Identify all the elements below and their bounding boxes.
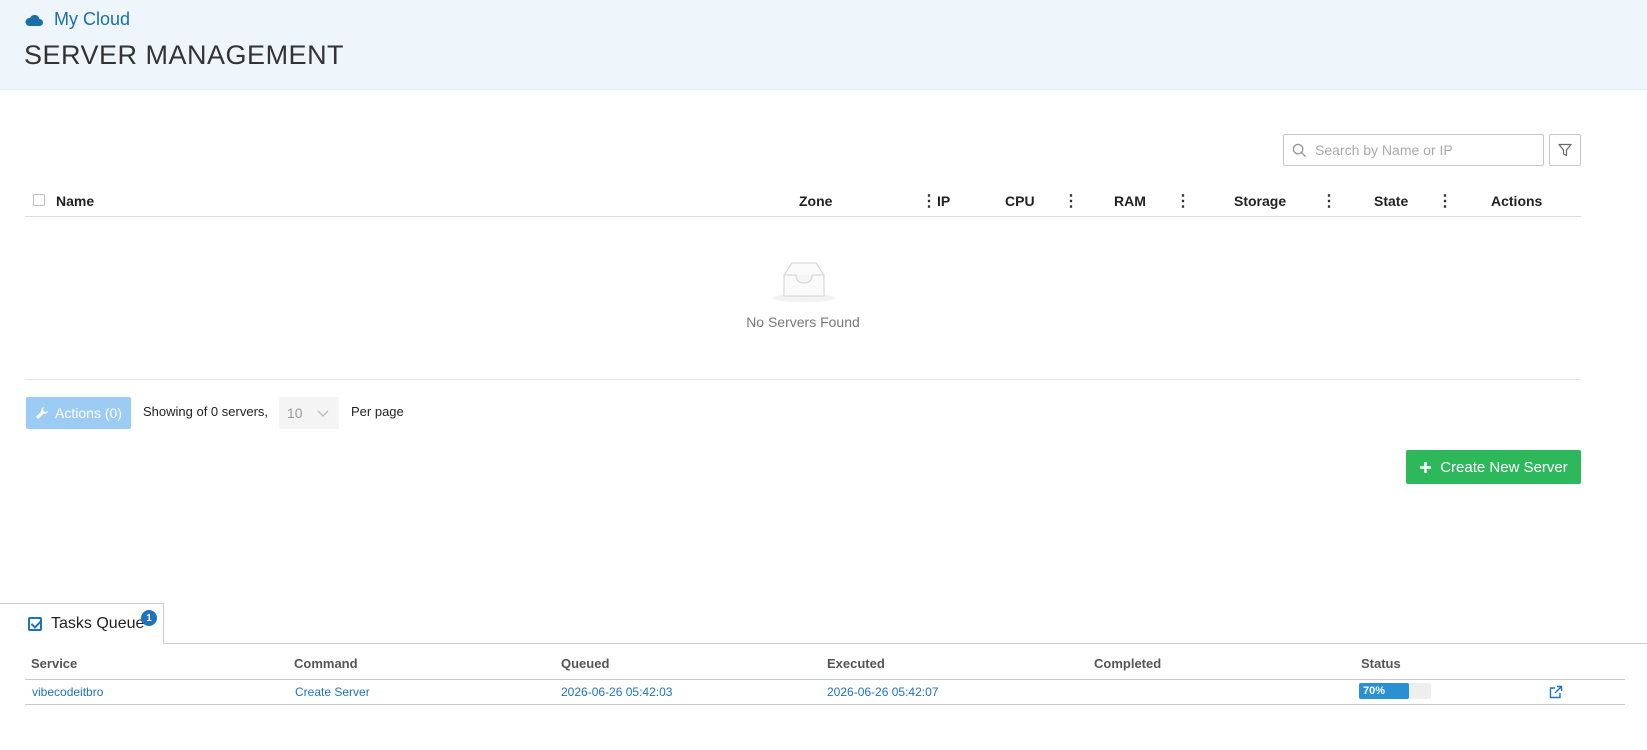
task-executed: 2026-06-26 05:42:07 bbox=[827, 685, 939, 699]
column-header-storage[interactable]: Storage bbox=[1234, 193, 1286, 209]
create-new-server-button[interactable]: Create New Server bbox=[1406, 450, 1581, 484]
column-header-ip[interactable]: IP bbox=[937, 193, 950, 209]
checkbox-checked-icon bbox=[28, 617, 42, 631]
page-title: SERVER MANAGEMENT bbox=[24, 40, 345, 70]
per-page-value: 10 bbox=[287, 405, 303, 421]
search-box[interactable] bbox=[1283, 134, 1544, 166]
column-header-zone[interactable]: Zone bbox=[799, 193, 832, 209]
empty-state-text: No Servers Found bbox=[746, 314, 860, 330]
select-all-checkbox[interactable] bbox=[33, 194, 45, 206]
table-row: vibecodeitbro Create Server 2026-06-26 0… bbox=[25, 681, 1625, 705]
brand-link[interactable]: My Cloud bbox=[24, 9, 130, 30]
column-header-ram[interactable]: RAM bbox=[1114, 193, 1146, 209]
create-new-server-label: Create New Server bbox=[1440, 458, 1568, 476]
tab-tasks-queue[interactable]: Tasks Queue 1 bbox=[0, 603, 164, 644]
task-command[interactable]: Create Server bbox=[295, 685, 370, 699]
tasks-column-completed: Completed bbox=[1094, 656, 1162, 671]
search-icon bbox=[1292, 143, 1307, 157]
page-header: My Cloud SERVER MANAGEMENT bbox=[0, 0, 1647, 90]
tasks-queue-label: Tasks Queue bbox=[51, 615, 145, 632]
task-service[interactable]: vibecodeitbro bbox=[32, 685, 103, 699]
tasks-column-executed: Executed bbox=[827, 656, 885, 671]
tasks-column-command: Command bbox=[294, 656, 358, 671]
column-menu-state-icon[interactable]: ⋮ bbox=[1437, 191, 1453, 211]
tasks-column-queued: Queued bbox=[561, 656, 610, 671]
servers-table-header: Name Zone ⋮ IP CPU ⋮ RAM ⋮ Storage ⋮ Sta… bbox=[25, 188, 1581, 217]
column-header-actions: Actions bbox=[1491, 193, 1543, 209]
empty-state: No Servers Found bbox=[25, 217, 1581, 380]
task-queued: 2026-06-26 05:42:03 bbox=[561, 685, 673, 699]
per-page-select[interactable]: 10 bbox=[279, 397, 339, 429]
column-header-state[interactable]: State bbox=[1374, 193, 1408, 209]
cloud-icon bbox=[25, 14, 43, 26]
column-header-cpu[interactable]: CPU bbox=[1005, 193, 1035, 209]
per-page-label: Per page bbox=[351, 404, 404, 419]
chevron-down-icon bbox=[317, 410, 329, 417]
tasks-table-header: Service Command Queued Executed Complete… bbox=[25, 653, 1625, 680]
showing-count-text: Showing of 0 servers, bbox=[143, 404, 269, 419]
wrench-icon bbox=[36, 407, 49, 419]
external-link-icon[interactable] bbox=[1549, 685, 1563, 699]
column-menu-storage-icon[interactable]: ⋮ bbox=[1321, 191, 1337, 211]
column-menu-ram-icon[interactable]: ⋮ bbox=[1175, 191, 1191, 211]
bulk-actions-button[interactable]: Actions (0) bbox=[26, 397, 131, 429]
column-menu-cpu-icon[interactable]: ⋮ bbox=[1063, 191, 1079, 211]
search-input[interactable] bbox=[1315, 142, 1535, 158]
task-progress-bar: 70% bbox=[1359, 683, 1431, 699]
task-progress-fill: 70% bbox=[1359, 683, 1410, 699]
brand-label: My Cloud bbox=[54, 9, 131, 29]
empty-inbox-icon bbox=[773, 262, 835, 303]
bulk-actions-label: Actions (0) bbox=[55, 405, 122, 421]
tasks-divider bbox=[164, 643, 1647, 644]
filter-button[interactable] bbox=[1549, 134, 1581, 166]
column-menu-zone-icon[interactable]: ⋮ bbox=[921, 191, 937, 211]
tasks-column-service: Service bbox=[31, 656, 78, 671]
column-header-name[interactable]: Name bbox=[56, 193, 94, 209]
filter-icon bbox=[1558, 143, 1572, 157]
tasks-column-status: Status bbox=[1361, 656, 1401, 671]
plus-icon bbox=[1420, 461, 1432, 473]
tasks-count-badge: 1 bbox=[141, 610, 157, 626]
